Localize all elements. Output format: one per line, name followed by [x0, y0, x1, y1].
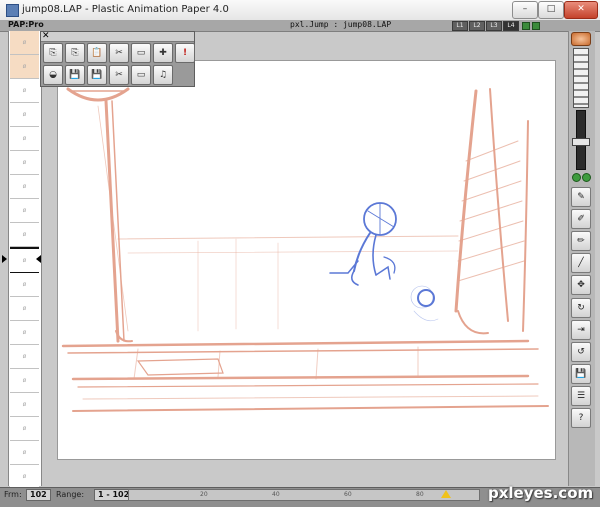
playhead-marker[interactable] [441, 490, 451, 498]
sound-icon[interactable]: ♫ [153, 65, 173, 85]
layers-tool-icon[interactable]: ☰ [571, 386, 591, 406]
frame-cell[interactable]: ø [10, 199, 39, 223]
frame-cell[interactable]: ø [10, 151, 39, 175]
save-tool-icon[interactable]: 💾 [571, 364, 591, 384]
frame-cell[interactable]: ø [10, 55, 39, 79]
warning-icon[interactable]: ! [175, 43, 195, 63]
tool-palette[interactable]: ✕ ⎘ ⎘ 📋 ✂ ▭ ✚ ! ◒ 💾 💾 ✂ ▭ ♫ [40, 31, 195, 87]
timeline-ruler[interactable] [128, 489, 480, 501]
frame-cell[interactable]: ø [10, 273, 39, 297]
frame-cell[interactable]: ø [10, 345, 39, 369]
green-light-icon [582, 173, 591, 182]
watermark: pxleyes.com [488, 484, 594, 502]
app-icon [6, 4, 19, 17]
save-icon[interactable]: 💾 [65, 65, 85, 85]
close-button[interactable]: ✕ [564, 1, 598, 19]
copy-frame-icon[interactable]: ⎘ [43, 43, 63, 63]
maximize-button[interactable]: □ [538, 1, 564, 19]
range-label: Range: [56, 490, 85, 499]
layer-button-2[interactable]: L2 [469, 21, 485, 31]
frame-cell[interactable]: ø [10, 223, 39, 247]
sketch-drawing [61, 87, 549, 412]
rotate-tool-icon[interactable]: ↻ [571, 298, 591, 318]
layer-button-1[interactable]: L1 [452, 21, 468, 31]
light-table-icon[interactable]: ◒ [43, 65, 63, 85]
onion-skin-icon[interactable] [571, 32, 591, 46]
save-all-icon[interactable]: 💾 [87, 65, 107, 85]
layer-button-3[interactable]: L3 [486, 21, 502, 31]
move-tool-icon[interactable]: ✥ [571, 275, 591, 295]
current-frame-cell[interactable]: ø [10, 247, 39, 274]
line-tool-icon[interactable]: ╱ [571, 253, 591, 273]
frame-cell[interactable]: ø [10, 79, 39, 103]
zoom-slider-handle[interactable] [572, 138, 590, 146]
frame-cell[interactable]: ø [10, 465, 39, 489]
frame-cell[interactable]: ø [10, 297, 39, 321]
copy-layer-icon[interactable]: ⎘ [65, 43, 85, 63]
frame-cell[interactable]: ø [10, 31, 39, 55]
drawing-canvas[interactable] [57, 60, 556, 460]
help-icon[interactable]: ? [571, 408, 591, 428]
frame-cell[interactable]: ø [10, 369, 39, 393]
frame-cell[interactable]: ø [10, 441, 39, 465]
frame-cell[interactable]: ø [10, 417, 39, 441]
eraser-tool-icon[interactable]: ✐ [571, 209, 591, 229]
paste-icon[interactable]: 📋 [87, 43, 107, 63]
pencil-tool-icon[interactable]: ✎ [571, 187, 591, 207]
frame-cell[interactable]: ø [10, 103, 39, 127]
green-light-icon [572, 173, 581, 182]
clear-icon[interactable]: ▭ [131, 43, 151, 63]
frame-cell[interactable]: ø [10, 393, 39, 417]
new-frame-icon[interactable]: ✚ [153, 43, 173, 63]
frame-label: Frm: [4, 490, 22, 499]
minimize-button[interactable]: – [512, 1, 538, 19]
current-frame-marker-left [2, 255, 7, 263]
layer-button-4[interactable]: L4 [503, 21, 519, 31]
palette-title-bar[interactable] [41, 32, 194, 42]
timeline-tick: 20 [200, 491, 208, 498]
current-frame-marker-right [36, 255, 41, 263]
status-light [532, 22, 540, 30]
app-label: PAP:Pro [8, 20, 44, 29]
timeline-tick: 60 [344, 491, 352, 498]
frame-cell[interactable]: ø [10, 321, 39, 345]
brush-tool-icon[interactable]: ✏ [571, 231, 591, 251]
status-light [522, 22, 530, 30]
timeline-tick: 80 [416, 491, 424, 498]
onion-skin-levels[interactable] [573, 48, 589, 108]
rotate-back-tool-icon[interactable]: ↺ [571, 342, 591, 362]
cut-save-icon[interactable]: ✂ [109, 65, 129, 85]
cut-icon[interactable]: ✂ [109, 43, 129, 63]
timeline-tick: 40 [272, 491, 280, 498]
frame-cell[interactable]: ø [10, 175, 39, 199]
flip-tool-icon[interactable]: ⇥ [571, 320, 591, 340]
palette-close-icon[interactable]: ✕ [42, 31, 50, 41]
window-title: jump08.LAP - Plastic Animation Paper 4.0 [22, 4, 229, 15]
frame-value[interactable]: 102 [26, 489, 51, 501]
document-label: pxl.Jump : jump08.LAP [290, 20, 392, 29]
frame-cell[interactable]: ø [10, 127, 39, 151]
clear-save-icon[interactable]: ▭ [131, 65, 151, 85]
